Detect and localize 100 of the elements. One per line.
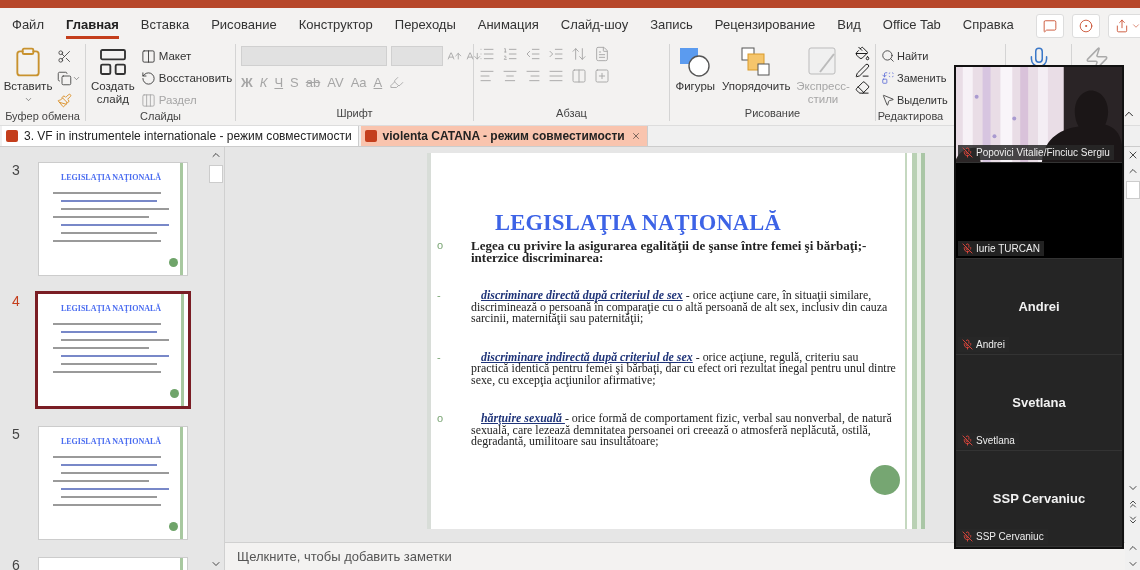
scroll-thumb[interactable] [1125,181,1140,199]
bullet-marker: o [436,240,445,253]
group-label: Редактирова [877,110,944,124]
align-left-icon [479,68,495,84]
slide-paragraph: discriminare directă după criteriul de sex - orice acţiune care, în situaţii similare, discriminează o persoană în comparaţie cu o altă persoană de alt sex, inclusiv din cauza sarcinii, maternităţii sau paternităţii; [471,290,889,325]
slide-paragraph: discriminare indirectă după criteriul de sex - orice acţiune, regulă, criteriu sau practică identică pentru femei şi bărbaţi, dar cu efect ori rezultat inegal pentru unul dintre sexe, cu excepţia acţiunilor afirmative; [471,351,897,386]
paintbrush-icon [57,92,72,108]
editing-button[interactable]: Заменить [881,68,948,88]
bullet-marker: - [436,290,442,303]
scroll-thumb[interactable] [209,165,223,183]
text-direction-icon [594,46,610,62]
menu-tab[interactable]: Главная [65,13,119,39]
group-label: Шрифт [336,107,373,121]
circle-ornament [169,522,178,531]
slide-number: 5 [12,426,21,442]
copy-icon [57,70,72,86]
notes-field[interactable]: Щелкните, чтобы добавить заметки [235,548,635,565]
paste-button[interactable]: Вставить [5,46,51,104]
effects-icon [855,80,870,95]
share-button[interactable] [1107,14,1140,38]
slide-thumbnail[interactable]: LEGISLAŢIA NAŢIONALĂ [38,162,188,276]
menu-tab[interactable]: Конструктор [298,13,373,39]
participant-name: SSP Cervaniuc [992,491,1086,506]
replace-icon [881,71,895,85]
menu-tab[interactable]: Справка [962,13,1014,39]
shapes-icon [678,46,713,78]
file-icon [364,130,377,142]
participant-name: Andrei [1018,299,1060,314]
thumbnail-title: LEGISLAŢIA NAŢIONALĂ [60,173,162,182]
numbered-list-icon [502,46,518,62]
participant-label: Popovici Vitalie/Finciuc Sergiu [976,147,1110,158]
thumbnail-title: LEGISLAŢIA NAŢIONALĂ [60,437,162,446]
editing-button[interactable]: Найти [881,46,948,66]
layout-icon [140,48,156,64]
search-icon [881,49,895,63]
slide-thumbnail[interactable]: LEGISLAŢIA NAŢIONALĂ [38,426,188,540]
slides-button[interactable]: Макет [140,46,233,66]
thumbnail-title: LEGISLAŢIA NAŢIONALĂ [60,304,162,313]
smartart-icon [594,68,610,84]
group-label: Абзац [556,107,587,121]
scissors-icon [57,48,72,64]
slide-number: 4 [12,293,21,309]
bullet-marker: o [436,413,445,426]
group-label: Буфер обмена [5,110,80,124]
group-label: Слайды [140,110,181,124]
columns-icon [571,68,587,84]
align-right-icon [525,68,541,84]
circle-ornament [170,389,179,398]
participant-name: Svetlana [1012,395,1066,410]
line-spacing-icon [571,46,587,62]
indent-icon [548,46,564,62]
menu-tab[interactable]: Анимация [477,13,539,39]
menu-tab[interactable]: Рецензирование [714,13,816,39]
participant-label: Andrei [976,339,1005,350]
record-icon [1078,19,1093,33]
fill-icon [855,46,870,61]
outline-icon [855,63,870,78]
document-tab[interactable]: violenta CATANA - режим совместимости [360,126,648,146]
highlighter-icon [389,74,405,90]
participant-label: Iurie ȚURCAN [976,243,1040,254]
record-button[interactable] [1071,14,1100,38]
bullet-marker: - [436,351,442,365]
circle-ornament [870,465,900,495]
menu-tab[interactable]: Запись [650,13,693,39]
menu-tab[interactable]: Переходы [394,13,456,39]
group-label: Рисование [744,107,801,121]
align-center-icon [502,68,518,84]
drawing-button[interactable]: Фигуры [675,46,716,93]
file-icon [6,130,18,142]
justify-icon [548,68,564,84]
menu-tab[interactable]: Вид [837,13,861,39]
layout-icon [140,92,156,108]
bullet-list-icon [479,46,495,62]
menu-tab[interactable]: Вставка [140,13,190,39]
drawing-button[interactable]: Упорядочить [721,46,791,93]
caret-icon [23,95,33,104]
menu-tab[interactable]: Слайд-шоу [560,13,629,39]
slides-button[interactable]: Восстановить [140,68,233,88]
new-slide-button[interactable]: Создать слайд [91,46,135,106]
document-tab[interactable]: 3. VF in instrumentele internationale - режим совместимости [2,126,359,146]
circle-ornament [169,258,178,267]
comments-button[interactable] [1035,14,1064,38]
menu-tab[interactable]: Office Tab [882,13,941,39]
slide-number: 6 [12,557,21,570]
cursor-icon [881,93,895,107]
slide-paragraph: hărţuire sexuală - orice formă de comportament fizic, verbal sau nonverbal, de natură sexuală, care lezează demnitatea persoanei ori creează o atmosferă neplăcută, ostilă, degradantă, umilitoare sau insultătoare; [471,413,893,448]
layout-icon [140,70,156,86]
arrange-icon [740,46,773,78]
close-icon [630,131,641,141]
menu-tab[interactable]: Файл [12,13,44,39]
editing-button[interactable]: Выделить [881,90,948,110]
share-icon [1114,19,1129,33]
slide-number: 3 [12,162,21,178]
slide-thumbnail[interactable]: LEGISLAŢIA NAŢIONALĂ [35,291,191,409]
participant-label: Svetlana [976,435,1015,446]
participant-label: SSP Cervaniuc [976,531,1044,542]
caret-icon [1130,21,1140,31]
font-size-field[interactable] [391,46,443,66]
menu-tab[interactable]: Рисование [211,13,277,39]
slide-paragraph: Legea cu privire la asigurarea egalităţii de şanse între femei şi bărbaţi;- interzice discriminarea: [471,240,868,263]
